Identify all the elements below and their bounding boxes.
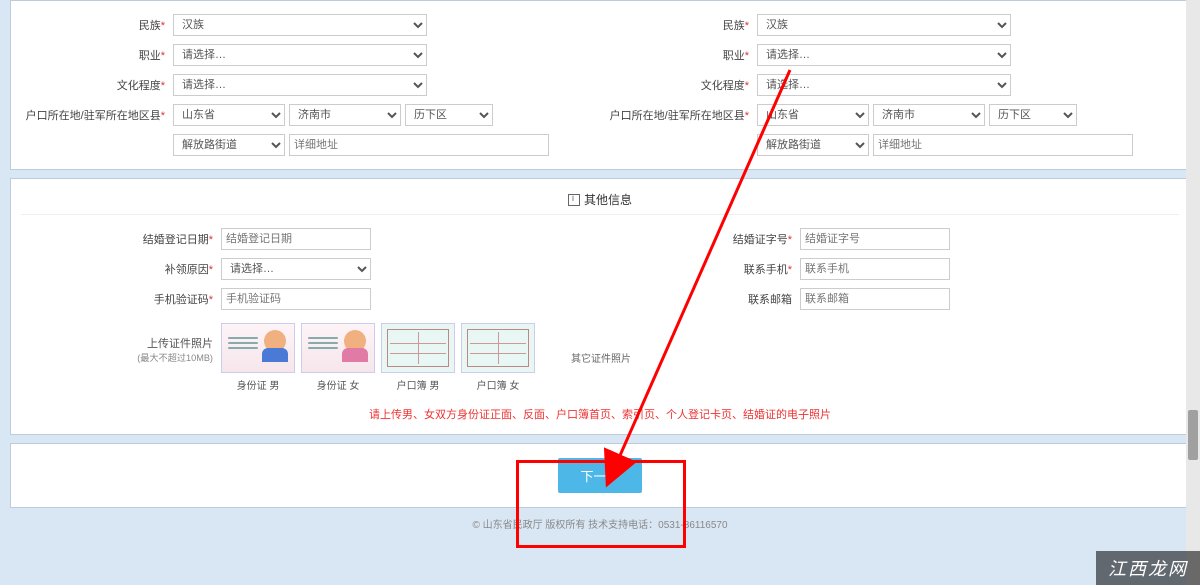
label-cert-no: 结婚证字号* — [600, 231, 800, 247]
select-city-r[interactable]: 济南市 — [873, 104, 985, 126]
input-cert-no[interactable] — [800, 228, 950, 250]
select-reason[interactable]: 请选择… — [221, 258, 371, 280]
input-captcha[interactable] — [221, 288, 371, 310]
select-occupation[interactable]: 请选择… — [173, 44, 427, 66]
select-education[interactable]: 请选择… — [173, 74, 427, 96]
input-reg-date[interactable] — [221, 228, 371, 250]
thumb-hukou-female[interactable]: 户口簿 女 — [461, 323, 535, 392]
select-district[interactable]: 历下区 — [405, 104, 493, 126]
label-phone: 联系手机* — [600, 261, 800, 277]
thumb-hukou-male[interactable]: 户口簿 男 — [381, 323, 455, 392]
upload-label: 上传证件照片 (最大不超过10MB) — [21, 323, 221, 392]
input-email[interactable] — [800, 288, 950, 310]
select-city[interactable]: 济南市 — [289, 104, 401, 126]
label-reason: 补领原因* — [21, 261, 221, 277]
input-phone[interactable] — [800, 258, 950, 280]
label-captcha: 手机验证码* — [21, 291, 221, 307]
select-ethnicity-r[interactable]: 汉族 — [757, 14, 1011, 36]
label-occupation-r: 职业* — [609, 47, 757, 63]
input-detail-address[interactable] — [289, 134, 549, 156]
select-province[interactable]: 山东省 — [173, 104, 285, 126]
person-info-panel: 民族* 汉族 职业* 请选择… 文化程度* 请选择… 户口所在地/驻军所在地区县… — [10, 0, 1190, 170]
thumb-other-docs[interactable]: 其它证件照片 — [571, 350, 631, 365]
person-right-column: 民族* 汉族 职业* 请选择… 文化程度* 请选择… 户口所在地/驻军所在地区县… — [605, 7, 1179, 163]
select-occupation-r[interactable]: 请选择… — [757, 44, 1011, 66]
select-street[interactable]: 解放路街道 — [173, 134, 285, 156]
page-scrollbar[interactable] — [1186, 0, 1200, 585]
label-email: 联系邮箱 — [600, 291, 800, 307]
label-occupation: 职业* — [25, 47, 173, 63]
input-detail-address-r[interactable] — [873, 134, 1133, 156]
label-region: 户口所在地/驻军所在地区县* — [25, 107, 173, 123]
section-title-other: 其他信息 — [21, 185, 1179, 215]
select-street-r[interactable]: 解放路街道 — [757, 134, 869, 156]
thumb-id-female[interactable]: 身份证 女 — [301, 323, 375, 392]
select-province-r[interactable]: 山东省 — [757, 104, 869, 126]
label-education: 文化程度* — [25, 77, 173, 93]
person-left-column: 民族* 汉族 职业* 请选择… 文化程度* 请选择… 户口所在地/驻军所在地区县… — [21, 7, 595, 163]
watermark: 江西龙网 — [1096, 551, 1200, 585]
thumb-id-male[interactable]: 身份证 男 — [221, 323, 295, 392]
button-panel: 下一步 — [10, 443, 1190, 508]
label-education-r: 文化程度* — [609, 77, 757, 93]
select-education-r[interactable]: 请选择… — [757, 74, 1011, 96]
label-reg-date: 结婚登记日期* — [21, 231, 221, 247]
page-footer: © 山东省民政厅 版权所有 技术支持电话：0531-86116570 — [10, 508, 1190, 539]
label-ethnicity-r: 民族* — [609, 17, 757, 33]
select-district-r[interactable]: 历下区 — [989, 104, 1077, 126]
label-ethnicity: 民族* — [25, 17, 173, 33]
info-icon — [568, 194, 580, 206]
select-ethnicity[interactable]: 汉族 — [173, 14, 427, 36]
other-info-panel: 其他信息 结婚登记日期* 补领原因* 请选择… 手机验证码* 结婚 — [10, 178, 1190, 435]
label-region-r: 户口所在地/驻军所在地区县* — [609, 107, 757, 123]
upload-note: 请上传男、女双方身份证正面、反面、户口簿首页、索引页、个人登记卡页、结婚证的电子… — [21, 406, 1179, 422]
next-button[interactable]: 下一步 — [558, 458, 641, 493]
